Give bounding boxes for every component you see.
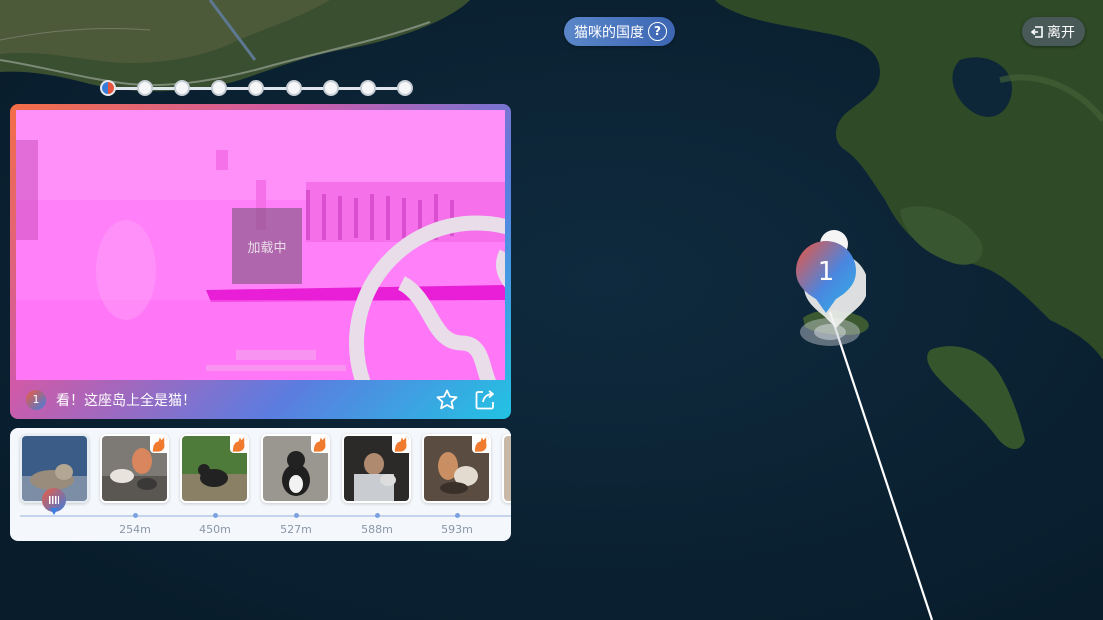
thumb-450m[interactable] <box>180 434 249 503</box>
pager-dot-9[interactable] <box>397 80 413 96</box>
distance-tick <box>375 513 380 518</box>
cat-icon <box>472 436 489 453</box>
distance-tick <box>294 513 299 518</box>
star-icon[interactable] <box>435 388 459 412</box>
pager-dot-5[interactable] <box>248 80 264 96</box>
distance-tick <box>455 513 460 518</box>
pager-dot-2[interactable] <box>137 80 153 96</box>
video-caption: 看！这座岛上全是猫！ <box>56 392 196 409</box>
cat-icon <box>230 436 247 453</box>
cat-icon <box>392 436 409 453</box>
pager-dot-6[interactable] <box>286 80 302 96</box>
distance-label: 588m <box>361 523 393 536</box>
map-location-marker[interactable]: 1 <box>794 226 868 352</box>
app-title: 猫咪的国度 <box>574 24 644 41</box>
app-title-pill[interactable]: 猫咪的国度 ? <box>564 17 675 46</box>
distance-tick <box>213 513 218 518</box>
share-icon[interactable] <box>473 388 497 412</box>
loading-earth-icon <box>349 215 505 380</box>
caption-bar: 1 看！这座岛上全是猫！ <box>10 380 511 419</box>
pager-dot-1[interactable] <box>100 80 116 96</box>
pager-dot-4[interactable] <box>211 80 227 96</box>
distance-label: 450m <box>199 523 231 536</box>
thumb-527m[interactable] <box>261 434 330 503</box>
map-marker-label: 1 <box>818 257 835 287</box>
question-circle-icon[interactable]: ? <box>648 22 667 41</box>
cat-icon <box>311 436 328 453</box>
pager-dot-8[interactable] <box>360 80 376 96</box>
pager-dot-3[interactable] <box>174 80 190 96</box>
distance-label: 593m <box>441 523 473 536</box>
video-panel: 加载中 1 看！这座岛上全是猫！ <box>10 104 511 419</box>
location-pin-badge: 1 <box>26 389 46 410</box>
video-player[interactable]: 加载中 <box>16 110 505 380</box>
thumb-593m[interactable] <box>422 434 491 503</box>
cat-icon <box>150 436 167 453</box>
leave-button[interactable]: 离开 <box>1022 17 1085 46</box>
distance-track <box>20 515 511 517</box>
story-pager <box>100 79 418 97</box>
nearby-filmstrip[interactable]: 254m 450m 527m 588m 593m <box>10 428 511 541</box>
distance-tick <box>133 513 138 518</box>
current-position-pin <box>42 488 66 515</box>
pager-dot-7[interactable] <box>323 80 339 96</box>
distance-label: 254m <box>119 523 151 536</box>
thumb-588m[interactable] <box>342 434 411 503</box>
exit-icon <box>1030 25 1043 38</box>
distance-label: 527m <box>280 523 312 536</box>
thumb-254m[interactable] <box>100 434 169 503</box>
leave-label: 离开 <box>1047 24 1075 41</box>
thumb-next-partial[interactable] <box>502 434 511 503</box>
loading-indicator: 加载中 <box>232 208 505 380</box>
